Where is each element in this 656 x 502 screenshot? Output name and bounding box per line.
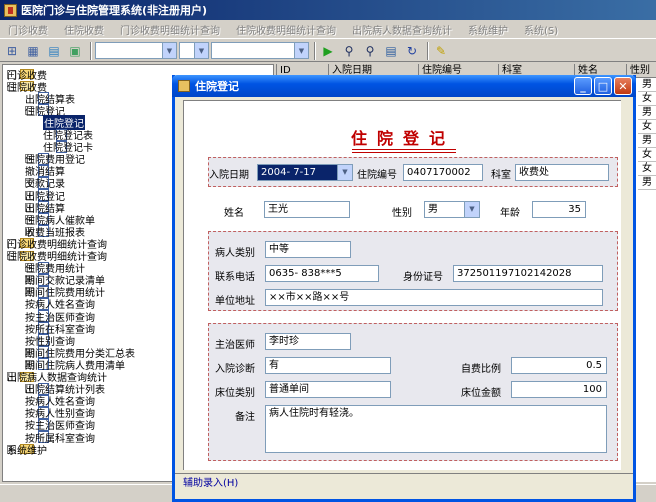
app-icon <box>4 3 17 17</box>
diagnosis-field[interactable]: 有 <box>265 357 391 374</box>
dialog-title: 住院登记 <box>195 80 239 93</box>
tree-item-label: 系统维护 <box>7 445 47 457</box>
id-no-label: 身份证号 <box>403 272 443 283</box>
self-pay-label: 自费比例 <box>461 364 501 375</box>
zoom-icon[interactable]: ⚲ <box>361 42 379 60</box>
admit-date-value: 2004- 7-17 <box>261 167 316 178</box>
dialog-title-bar[interactable]: 住院登记 _ □ ✕ <box>172 75 636 97</box>
dialog-app-icon <box>178 80 190 92</box>
gender-label: 性别 <box>392 208 412 219</box>
filter-combo-1[interactable]: ▼ <box>95 42 177 59</box>
patient-type-label: 病人类别 <box>215 248 255 259</box>
chevron-down-icon[interactable]: ▼ <box>337 165 352 180</box>
minimize-button[interactable]: _ <box>574 77 592 95</box>
tree-view-icon[interactable]: ⊞ <box>3 42 21 60</box>
doctor-field[interactable]: 李时珍 <box>265 333 351 350</box>
chevron-down-icon: ▼ <box>194 43 208 58</box>
remark-label: 备注 <box>235 412 255 423</box>
age-label: 年龄 <box>500 208 520 219</box>
address-field[interactable]: ××市××路××号 <box>265 289 603 306</box>
table-cell-gender: 男 <box>638 134 656 148</box>
table-cell-gender: 男 <box>638 78 656 92</box>
doctor-label: 主治医师 <box>215 340 255 351</box>
treatment-info-panel: 主治医师 李时珍 入院诊断 有 自费比例 0.5 床位类别 普通单间 床位金额 … <box>208 323 618 461</box>
admit-date-picker[interactable]: 2004- 7-17 ▼ <box>257 164 353 181</box>
self-pay-field[interactable]: 0.5 <box>511 357 607 374</box>
main-title-bar: 医院门诊与住院管理系统(非注册用户) <box>0 0 656 20</box>
image-icon[interactable]: ▣ <box>66 42 84 60</box>
menu-inpatient-stats[interactable]: 住院收费明细统计查询 <box>228 22 344 37</box>
close-button[interactable]: ✕ <box>614 77 632 95</box>
toolbar: ⊞ ▦ ▤ ▣ ▼ ▼ ▼ ▶ ⚲ ⚲ ▤ ↻ ✎ <box>0 40 656 62</box>
hosp-no-label: 住院编号 <box>357 170 397 181</box>
dept-label: 科室 <box>491 170 511 181</box>
grid-icon[interactable]: ▦ <box>24 42 42 60</box>
toolbar-separator <box>314 41 316 60</box>
age-field[interactable]: 35 <box>532 201 586 218</box>
tree-item[interactable]: + 系统维护 <box>7 443 47 457</box>
bed-fee-field[interactable]: 100 <box>511 381 607 398</box>
table-cell-gender: 女 <box>638 162 656 176</box>
table-cell-gender: 男 <box>638 176 656 190</box>
chevron-down-icon[interactable]: ▼ <box>464 202 479 217</box>
menu-discharge-stats[interactable]: 出院病人数据查询统计 <box>344 22 460 37</box>
search-icon[interactable]: ⚲ <box>340 42 358 60</box>
diagnosis-label: 入院诊断 <box>215 364 255 375</box>
hosp-no-field[interactable]: 0407170002 <box>403 164 483 181</box>
address-label: 单位地址 <box>215 296 255 307</box>
admission-info-panel: 入院日期 2004- 7-17 ▼ 住院编号 0407170002 科室 收费处 <box>208 157 618 187</box>
filter-combo-2[interactable]: ▼ <box>179 42 209 59</box>
name-field[interactable]: 王光 <box>264 201 350 218</box>
chevron-down-icon: ▼ <box>294 43 308 58</box>
toolbar-separator <box>427 41 429 60</box>
chevron-down-icon: ▼ <box>162 43 176 58</box>
admission-dialog: 住院登记 _ □ ✕ 住院登记 入院日期 2004- 7-17 ▼ 住院编号 0… <box>172 75 636 502</box>
aux-input-tab[interactable]: 辅助录入(H) <box>175 473 633 489</box>
table-cell-gender: 女 <box>638 148 656 162</box>
menu-outpatient-fee[interactable]: 门诊收费 <box>0 22 56 37</box>
phone-field[interactable]: 0635- 838***5 <box>265 265 379 282</box>
table-cell-gender: 男 <box>638 106 656 120</box>
play-icon[interactable]: ▶ <box>319 42 337 60</box>
bed-fee-label: 床位金额 <box>461 388 501 399</box>
table-icon[interactable]: ▤ <box>45 42 63 60</box>
form-title: 住院登记 <box>350 129 455 148</box>
menu-system[interactable]: 系统(S) <box>516 22 566 37</box>
menu-bar: 门诊收费 住院收费 门诊收费明细统计查询 住院收费明细统计查询 出院病人数据查询… <box>0 20 656 39</box>
patient-info-panel: 病人类别 中等 联系电话 0635- 838***5 身份证号 37250119… <box>208 231 618 311</box>
remark-textarea[interactable]: 病人住院时有轻浇。 <box>265 405 607 453</box>
report-icon[interactable]: ▤ <box>382 42 400 60</box>
gender-select[interactable]: 男 ▼ <box>424 201 480 218</box>
bed-type-label: 床位类别 <box>215 388 255 399</box>
maximize-button[interactable]: □ <box>594 77 612 95</box>
table-cell-gender: 女 <box>638 120 656 134</box>
app-title: 医院门诊与住院管理系统(非注册用户) <box>21 4 208 17</box>
menu-maintenance[interactable]: 系统维护 <box>460 22 516 37</box>
menu-outpatient-stats[interactable]: 门诊收费明细统计查询 <box>112 22 228 37</box>
gender-column-values: 男女男女男女女男 <box>638 78 656 190</box>
form-title-underline <box>352 149 456 153</box>
bed-type-field[interactable]: 普通单间 <box>265 381 391 398</box>
menu-inpatient-fee[interactable]: 住院收费 <box>56 22 112 37</box>
id-no-field[interactable]: 372501197102142028 <box>453 265 603 282</box>
refresh-icon[interactable]: ↻ <box>403 42 421 60</box>
aux-input-label: 辅助录入(H) <box>183 478 239 489</box>
admission-form: 住院登记 入院日期 2004- 7-17 ▼ 住院编号 0407170002 科… <box>183 100 621 470</box>
name-label: 姓名 <box>224 208 244 219</box>
table-cell-gender: 女 <box>638 92 656 106</box>
edit-pencil-icon[interactable]: ✎ <box>432 42 450 60</box>
dept-field[interactable]: 收费处 <box>515 164 609 181</box>
filter-combo-3[interactable]: ▼ <box>211 42 309 59</box>
gender-value: 男 <box>428 204 438 215</box>
patient-type-field[interactable]: 中等 <box>265 241 351 258</box>
admit-date-label: 入院日期 <box>209 170 249 181</box>
toolbar-separator <box>90 41 92 60</box>
phone-label: 联系电话 <box>215 272 255 283</box>
